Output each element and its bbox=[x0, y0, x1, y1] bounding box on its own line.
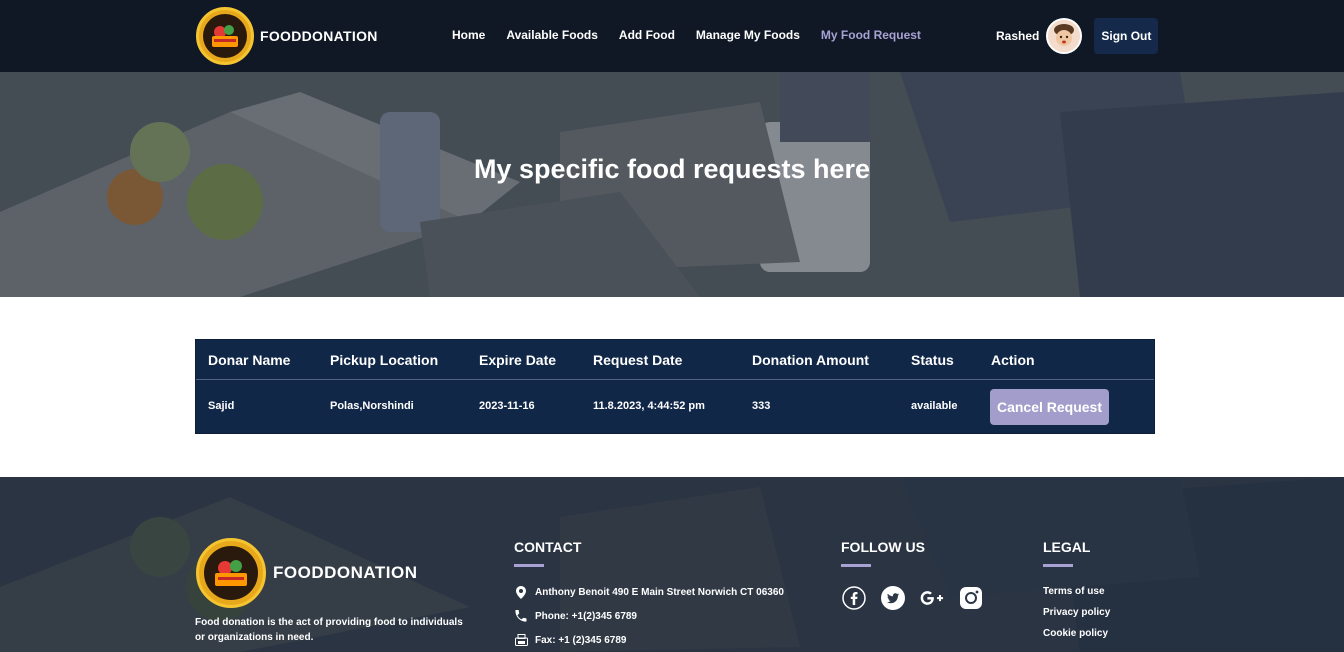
cell-request-date: 11.8.2023, 4:44:52 pm bbox=[593, 400, 705, 412]
nav-my-food-request[interactable]: My Food Request bbox=[821, 28, 921, 42]
cookie-policy-link[interactable]: Cookie policy bbox=[1043, 628, 1108, 639]
brand-name: FOODDONATION bbox=[260, 28, 378, 44]
address-text: Anthony Benoit 490 E Main Street Norwich… bbox=[535, 586, 784, 598]
cell-expire-date: 2023-11-16 bbox=[479, 400, 535, 412]
nav-available-foods[interactable]: Available Foods bbox=[506, 28, 598, 42]
fax-text: Fax: +1 (2)345 6789 bbox=[535, 634, 627, 646]
main-nav: Home Available Foods Add Food Manage My … bbox=[452, 28, 942, 42]
contact-heading: CONTACT bbox=[514, 539, 582, 555]
navbar: FOODDONATION Home Available Foods Add Fo… bbox=[0, 0, 1344, 72]
sign-out-button[interactable]: Sign Out bbox=[1094, 18, 1159, 54]
footer: FOODDONATION Food donation is the act of… bbox=[0, 477, 1344, 652]
instagram-icon[interactable] bbox=[959, 586, 983, 610]
column-header-action: Action bbox=[991, 352, 1035, 368]
legal-underline bbox=[1043, 564, 1073, 567]
legal-heading: LEGAL bbox=[1043, 539, 1091, 555]
privacy-policy-link[interactable]: Privacy policy bbox=[1043, 607, 1110, 618]
location-pin-icon bbox=[514, 585, 528, 599]
fax-icon bbox=[514, 633, 528, 647]
column-header-donation-amount: Donation Amount bbox=[752, 352, 869, 368]
nav-manage-my-foods[interactable]: Manage My Foods bbox=[696, 28, 800, 42]
footer-logo bbox=[196, 538, 266, 608]
food-donation-logo bbox=[196, 7, 254, 65]
avatar[interactable] bbox=[1046, 18, 1083, 54]
nav-home[interactable]: Home bbox=[452, 28, 485, 42]
twitter-icon[interactable] bbox=[881, 586, 905, 610]
table-row: Sajid Polas,Norshindi 2023-11-16 11.8.20… bbox=[196, 380, 1154, 434]
phone-icon bbox=[514, 609, 528, 623]
column-header-request-date: Request Date bbox=[593, 352, 683, 368]
column-header-donar-name: Donar Name bbox=[208, 352, 291, 368]
footer-description: Food donation is the act of providing fo… bbox=[195, 617, 463, 643]
nav-add-food[interactable]: Add Food bbox=[619, 28, 675, 42]
user-area: Rashed Sign Out bbox=[996, 18, 1159, 54]
column-header-status: Status bbox=[911, 352, 954, 368]
table-header: Donar Name Pickup Location Expire Date R… bbox=[196, 340, 1154, 380]
food-request-table: Donar Name Pickup Location Expire Date R… bbox=[195, 339, 1155, 434]
contact-underline bbox=[514, 564, 544, 567]
contact-phone: Phone: +1(2)345 6789 bbox=[514, 609, 637, 623]
footer-brand[interactable]: FOODDONATION bbox=[196, 538, 418, 608]
user-name: Rashed bbox=[996, 29, 1040, 43]
terms-of-use-link[interactable]: Terms of use bbox=[1043, 586, 1105, 597]
cell-donation-amount: 333 bbox=[752, 400, 771, 412]
hero-banner: My specific food requests here bbox=[0, 72, 1344, 297]
footer-brand-name: FOODDONATION bbox=[273, 563, 418, 582]
column-header-pickup-location: Pickup Location bbox=[330, 352, 439, 368]
contact-address: Anthony Benoit 490 E Main Street Norwich… bbox=[514, 585, 784, 599]
column-header-expire-date: Expire Date bbox=[479, 352, 557, 368]
cell-status: available bbox=[911, 400, 958, 412]
follow-us-underline bbox=[841, 564, 871, 567]
cell-pickup-location: Polas,Norshindi bbox=[330, 400, 414, 412]
page-title: My specific food requests here bbox=[473, 154, 871, 184]
google-plus-icon[interactable] bbox=[920, 586, 944, 610]
cell-donar-name: Sajid bbox=[208, 400, 235, 412]
phone-text: Phone: +1(2)345 6789 bbox=[535, 610, 637, 622]
cancel-request-button[interactable]: Cancel Request bbox=[990, 389, 1109, 425]
facebook-icon[interactable] bbox=[842, 586, 866, 610]
brand[interactable]: FOODDONATION bbox=[196, 7, 378, 65]
follow-us-heading: FOLLOW US bbox=[841, 539, 925, 555]
contact-fax: Fax: +1 (2)345 6789 bbox=[514, 633, 626, 647]
